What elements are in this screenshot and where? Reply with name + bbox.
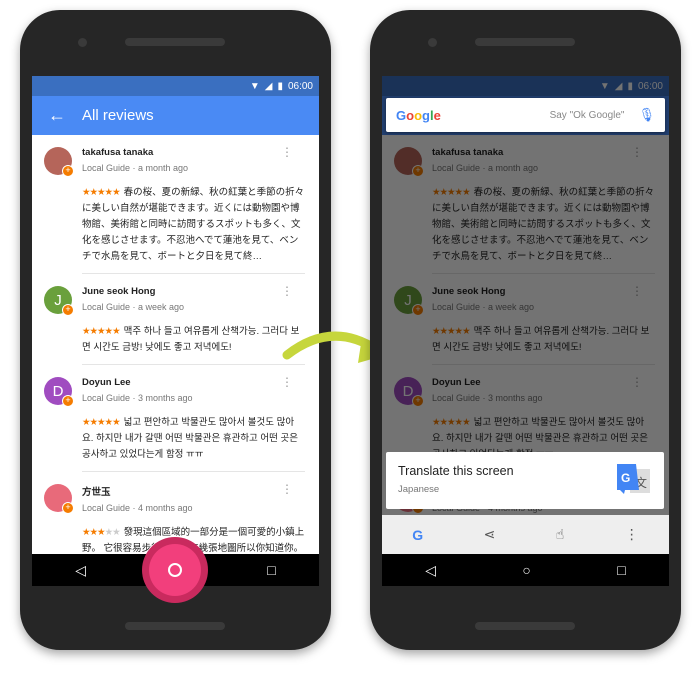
search-hint: Say "Ok Google" bbox=[549, 109, 625, 121]
translate-icon: 文G bbox=[617, 464, 650, 494]
google-g-icon[interactable]: G bbox=[412, 527, 423, 543]
review-meta: Local Guide · a week ago bbox=[82, 302, 185, 312]
review-item: + takafusa tanaka Local Guide · a month … bbox=[32, 135, 319, 274]
nav-bar: ◁ ○ □ bbox=[382, 554, 669, 586]
battery-icon: ▮ bbox=[277, 80, 283, 92]
review-text: ★★★★★넓고 편안하고 박물관도 많아서 볼것도 많아요. 하지만 내가 갈땐… bbox=[82, 415, 305, 472]
nav-back-icon[interactable]: ◁ bbox=[75, 562, 86, 579]
local-guide-badge-icon: + bbox=[62, 165, 74, 177]
left-screen: ▼ ◢ ▮ 06:00 ← All reviews + takafusa tanaka … bbox=[32, 76, 319, 586]
page-title: All reviews bbox=[82, 107, 154, 124]
home-circle-icon bbox=[168, 563, 182, 577]
wifi-icon: ▼ bbox=[249, 80, 260, 92]
star-rating: ★★★★★ bbox=[82, 527, 121, 538]
speaker bbox=[125, 38, 225, 46]
fab-inner bbox=[149, 544, 201, 596]
status-time: 06:00 bbox=[287, 80, 313, 92]
nav-recents-icon[interactable]: □ bbox=[267, 562, 275, 578]
local-guide-badge-icon: + bbox=[62, 395, 74, 407]
review-meta: Local Guide · 4 months ago bbox=[82, 503, 193, 513]
speaker-bottom bbox=[475, 622, 575, 630]
card-subtitle: Japanese bbox=[398, 484, 440, 495]
speaker-bottom bbox=[125, 622, 225, 630]
dim-overlay bbox=[382, 76, 669, 586]
nav-home-icon[interactable]: ○ bbox=[522, 562, 530, 578]
more-vert-icon[interactable]: ⋮ bbox=[281, 145, 293, 159]
share-icon[interactable]: ⋖ bbox=[484, 526, 496, 543]
camera bbox=[428, 38, 437, 47]
signal-icon: ◢ bbox=[264, 80, 273, 92]
review-meta: Local Guide · a month ago bbox=[82, 163, 189, 173]
local-guide-badge-icon: + bbox=[62, 502, 74, 514]
nav-recents-icon[interactable]: □ bbox=[617, 562, 625, 578]
star-rating: ★★★★★ bbox=[82, 326, 121, 337]
action-bar: G ⋖ ☝ ⋮ bbox=[382, 515, 669, 554]
more-vert-icon[interactable]: ⋮ bbox=[281, 375, 293, 389]
google-search-bar[interactable]: Google Say "Ok Google" 🎙 bbox=[386, 98, 665, 132]
speaker bbox=[475, 38, 575, 46]
back-arrow-icon[interactable]: ← bbox=[32, 105, 82, 126]
star-rating: ★★★★★ bbox=[82, 417, 121, 428]
status-bar: ▼ ◢ ▮ 06:00 bbox=[32, 76, 319, 96]
review-text: ★★★★★맥주 하나 들고 여유롭게 산책가능. 그러다 보면 시간도 금방! … bbox=[82, 324, 305, 365]
right-phone: ▼◢▮06:00 + takafusa tanaka Local Guide ·… bbox=[370, 10, 681, 650]
assist-fab-button[interactable] bbox=[142, 537, 208, 603]
more-vert-icon[interactable]: ⋮ bbox=[281, 284, 293, 298]
review-item: D+ Doyun Lee Local Guide · 3 months ago … bbox=[32, 365, 319, 472]
star-rating: ★★★★★ bbox=[82, 187, 121, 198]
camera bbox=[78, 38, 87, 47]
review-list[interactable]: + takafusa tanaka Local Guide · a month … bbox=[32, 135, 319, 582]
app-bar: ← All reviews bbox=[32, 96, 319, 135]
card-title: Translate this screen bbox=[398, 464, 514, 478]
touch-icon[interactable]: ☝ bbox=[556, 526, 565, 543]
more-vert-icon[interactable]: ⋮ bbox=[625, 526, 639, 543]
mic-icon[interactable]: 🎙 bbox=[638, 107, 655, 123]
right-screen: ▼◢▮06:00 + takafusa tanaka Local Guide ·… bbox=[382, 76, 669, 586]
translate-card[interactable]: Translate this screen Japanese 文G bbox=[386, 452, 664, 509]
review-body: 春の桜、夏の新緑、秋の紅葉と季節の折々に美しい自然が堪能できます。近くには動物園… bbox=[82, 187, 305, 262]
review-item: J+ June seok Hong Local Guide · a week a… bbox=[32, 274, 319, 365]
more-vert-icon[interactable]: ⋮ bbox=[281, 482, 293, 496]
svg-text:G: G bbox=[621, 471, 630, 485]
local-guide-badge-icon: + bbox=[62, 304, 74, 316]
google-logo: Google bbox=[396, 107, 441, 123]
review-text: ★★★★★春の桜、夏の新緑、秋の紅葉と季節の折々に美しい自然が堪能できます。近く… bbox=[82, 185, 305, 274]
nav-back-icon[interactable]: ◁ bbox=[425, 562, 436, 579]
review-meta: Local Guide · 3 months ago bbox=[82, 393, 193, 403]
